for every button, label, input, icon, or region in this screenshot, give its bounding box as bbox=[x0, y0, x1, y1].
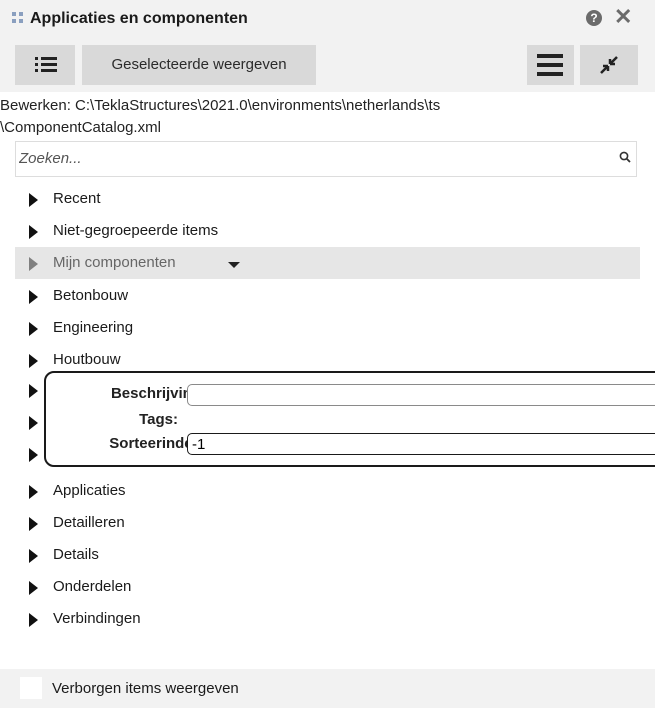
hamburger-icon bbox=[537, 54, 563, 76]
show-hidden-checkbox[interactable] bbox=[20, 677, 42, 699]
tree-item-concrete[interactable]: Betonbouw bbox=[15, 280, 640, 312]
search-input[interactable] bbox=[17, 143, 599, 173]
collapse-button[interactable] bbox=[580, 45, 638, 85]
tags-label: Tags: bbox=[139, 411, 178, 428]
tree-item-parts[interactable]: Onderdelen bbox=[15, 571, 640, 603]
tree-item-label: Engineering bbox=[53, 319, 134, 336]
tree-item-label: Verbindingen bbox=[53, 610, 141, 627]
menu-button[interactable] bbox=[527, 45, 574, 85]
tree-item-label: Details bbox=[53, 546, 99, 563]
show-hidden-label: Verborgen items weergeven bbox=[52, 680, 239, 697]
expand-arrow-icon[interactable] bbox=[29, 613, 38, 627]
expand-arrow-icon[interactable] bbox=[29, 517, 38, 531]
tree-item-ungrouped[interactable]: Niet-gegroepeerde items bbox=[15, 215, 640, 247]
tree-item-my-components[interactable]: Mijn componenten bbox=[15, 247, 640, 279]
description-field[interactable] bbox=[187, 384, 655, 406]
tree-item-label: Niet-gegroepeerde items bbox=[53, 222, 219, 239]
edit-path-line1: Bewerken: C:\TeklaStructures\2021.0\envi… bbox=[0, 97, 441, 114]
tree-item-label: Recent bbox=[53, 190, 101, 207]
expand-arrow-icon[interactable] bbox=[29, 193, 38, 207]
tree-item-applications[interactable]: Applicaties bbox=[15, 475, 640, 507]
expand-arrow-icon[interactable] bbox=[29, 322, 38, 336]
tree-item-engineering[interactable]: Engineering bbox=[15, 312, 640, 344]
expand-arrow-icon[interactable] bbox=[29, 416, 38, 430]
edit-path-line2: \ComponentCatalog.xml bbox=[0, 119, 161, 136]
tree-item-label: Mijn componenten bbox=[53, 254, 176, 271]
collapse-icon bbox=[600, 56, 618, 74]
tree-item-label: Onderdelen bbox=[53, 578, 132, 595]
close-icon[interactable]: ✕ bbox=[614, 5, 632, 29]
expand-arrow-icon[interactable] bbox=[29, 354, 38, 368]
expand-arrow-icon[interactable] bbox=[29, 549, 38, 563]
tree-item-label: Betonbouw bbox=[53, 287, 129, 304]
expand-arrow-icon[interactable] bbox=[29, 581, 38, 595]
dropdown-arrow-icon[interactable] bbox=[228, 262, 240, 268]
sortindex-field[interactable] bbox=[187, 433, 655, 455]
tree-item-connections[interactable]: Verbindingen bbox=[15, 603, 640, 635]
tree-item-details[interactable]: Details bbox=[15, 539, 640, 571]
toolbar: Geselecteerde weergeven bbox=[0, 40, 655, 92]
help-icon[interactable]: ? bbox=[586, 10, 602, 26]
expand-arrow-icon[interactable] bbox=[29, 485, 38, 499]
show-selected-button[interactable]: Geselecteerde weergeven bbox=[82, 45, 316, 85]
window-title: Applicaties en componenten bbox=[30, 10, 248, 27]
search-box bbox=[15, 141, 637, 177]
list-view-button[interactable] bbox=[15, 45, 75, 85]
search-icon[interactable] bbox=[619, 151, 631, 163]
expand-arrow-icon[interactable] bbox=[29, 448, 38, 462]
tree-item-detailing[interactable]: Detailleren bbox=[15, 507, 640, 539]
expand-arrow-icon[interactable] bbox=[29, 384, 38, 398]
expand-arrow-icon[interactable] bbox=[29, 290, 38, 304]
tree-item-recent[interactable]: Recent bbox=[15, 183, 640, 215]
grip-icon[interactable] bbox=[12, 12, 26, 26]
tree-item-label: Houtbouw bbox=[53, 351, 121, 368]
component-properties-popup: Beschrijving: Tags: Sorteerindex: bbox=[44, 371, 655, 467]
expand-arrow-icon[interactable] bbox=[29, 257, 38, 271]
list-icon bbox=[35, 57, 57, 73]
tree-item-label: Applicaties bbox=[53, 482, 126, 499]
tree-item-label: Detailleren bbox=[53, 514, 125, 531]
expand-arrow-icon[interactable] bbox=[29, 225, 38, 239]
